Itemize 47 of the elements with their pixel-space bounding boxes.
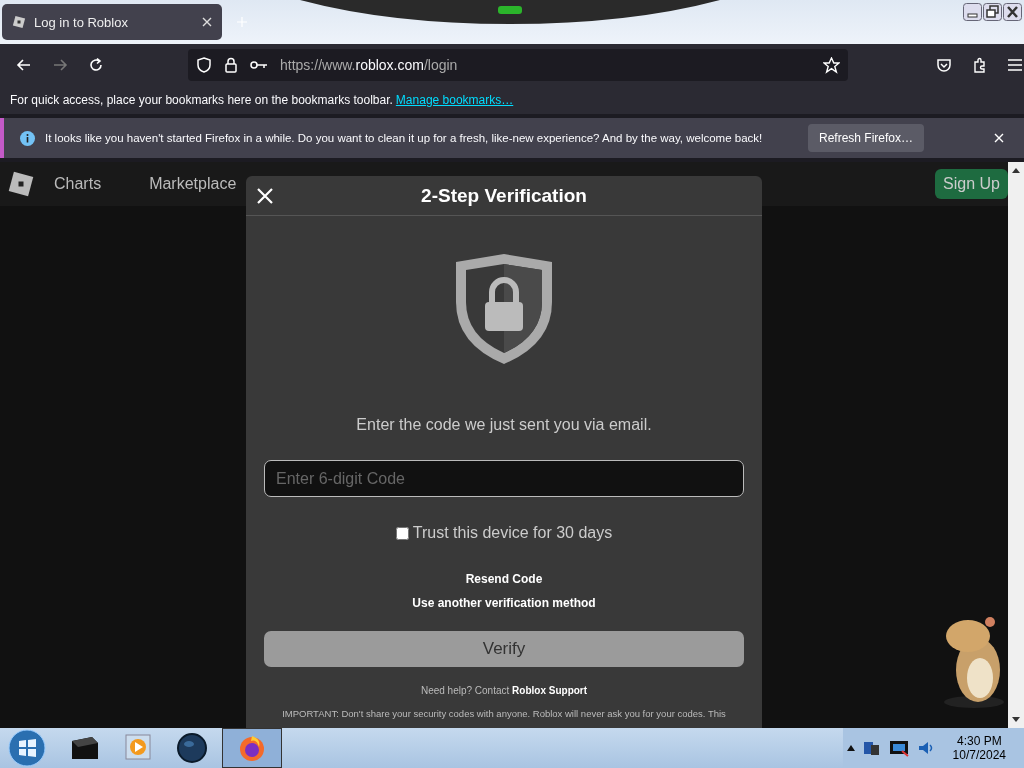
minimize-icon[interactable] (963, 3, 982, 21)
url-text: https://www.roblox.com/login (280, 57, 459, 73)
nav-link[interactable]: Marketplace (149, 175, 237, 193)
shield-icon[interactable] (196, 57, 212, 73)
dialog-title: 2-Step Verification (421, 184, 587, 207)
nav-link[interactable]: Charts (54, 175, 102, 193)
roblox-logo-icon (12, 15, 26, 29)
key-icon[interactable] (250, 59, 268, 71)
start-button[interactable] (8, 729, 46, 767)
text-link[interactable]: Resend Code (465, 572, 543, 586)
pocket-icon[interactable] (936, 57, 952, 73)
reload-icon[interactable] (88, 57, 104, 73)
refresh-firefox-button[interactable]: Refresh Firefox… (807, 124, 924, 152)
info-icon (20, 130, 35, 146)
tray-arrow-icon[interactable] (846, 745, 855, 751)
back-icon[interactable] (16, 57, 32, 73)
firefox-taskbar-button[interactable] (222, 728, 282, 768)
close-icon[interactable] (1003, 3, 1022, 21)
text-link[interactable]: Use another verification method (412, 596, 596, 610)
scroll-down-icon[interactable] (1011, 716, 1021, 724)
menu-icon[interactable] (1008, 59, 1022, 71)
trust-device-checkbox[interactable] (395, 526, 409, 540)
instruction-text: Enter the code we just sent you via email. (356, 416, 652, 434)
star-icon[interactable] (823, 56, 840, 74)
shield-lock-icon (454, 252, 554, 366)
browser-tab[interactable]: Log in to Roblox (2, 4, 222, 40)
notification-message: It looks like you haven't started Firefox in a while. Do you want to clean it up for a fresh, like-new experience? And by the way, welcome back! (45, 132, 764, 144)
manage-bookmarks-link[interactable]: Manage bookmarks… (395, 93, 514, 107)
lock-icon[interactable] (224, 57, 238, 73)
code-input-field[interactable]: Enter 6-digit Code (264, 460, 744, 497)
clock-time[interactable]: 4:30 PM (956, 734, 1002, 748)
clock-date[interactable]: 10/7/2024 (952, 748, 1006, 762)
scroll-up-icon[interactable] (1011, 166, 1021, 174)
monitor-icon[interactable] (888, 739, 909, 757)
restore-icon[interactable] (983, 3, 1002, 21)
help-text: Need help? Contact Roblox Support (420, 685, 588, 696)
extensions-icon[interactable] (972, 57, 988, 73)
forward-icon[interactable] (52, 57, 68, 73)
warning-text: IMPORTANT: Don't share your security codes with anyone. Roblox will never ask you for your codes. This (282, 708, 726, 719)
bookmarks-hint: For quick access, place your bookmarks here on the bookmarks toolbar. (10, 93, 393, 107)
address-bar[interactable]: https://www.roblox.com/login (188, 49, 848, 81)
sign-up-button[interactable]: Sign Up (935, 169, 1008, 199)
speaker-icon[interactable] (916, 739, 935, 757)
firefox-icon (237, 733, 267, 763)
scrollbar[interactable] (1008, 162, 1024, 728)
roblox-logo-icon[interactable] (8, 171, 34, 197)
checkbox-label: Trust this device for 30 days (412, 524, 613, 542)
